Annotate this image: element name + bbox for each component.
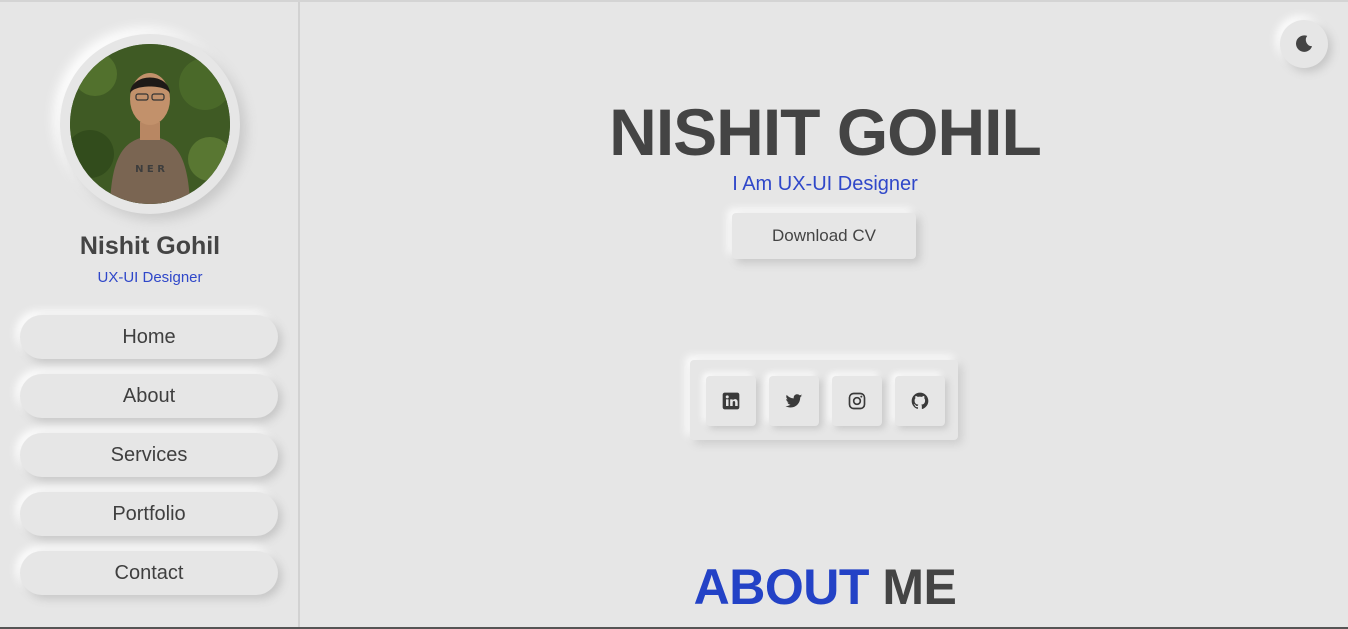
about-heading-rest: ME (882, 559, 957, 615)
nav-contact-button[interactable]: Contact (20, 551, 278, 595)
nav-portfolio-button[interactable]: Portfolio (20, 492, 278, 536)
hero-role: I Am UX-UI Designer (732, 173, 918, 195)
twitter-icon (785, 394, 803, 408)
linkedin-icon (722, 392, 740, 410)
github-link[interactable] (895, 376, 945, 426)
about-heading: ABOUT ME (302, 558, 1348, 616)
sidebar: N E R Nishit Gohil UX-UI Designer Home A… (0, 2, 300, 627)
about-heading-accent: ABOUT (693, 559, 870, 615)
main-nav: Home About Services Portfolio Contact (20, 315, 278, 610)
theme-toggle-button[interactable] (1280, 20, 1328, 68)
hero-name: NISHIT GOHIL (609, 95, 1042, 169)
twitter-link[interactable] (769, 376, 819, 426)
instagram-icon (848, 392, 866, 410)
nav-about-button[interactable]: About (20, 374, 278, 418)
instagram-link[interactable] (832, 376, 882, 426)
social-links (690, 360, 958, 440)
github-icon (911, 392, 929, 410)
avatar-frame: N E R (60, 34, 240, 214)
avatar-photo: N E R (70, 44, 230, 204)
main-content: NISHIT GOHIL I Am UX-UI Designer Downloa… (302, 2, 1348, 627)
nav-home-button[interactable]: Home (20, 315, 278, 359)
avatar: N E R (70, 44, 230, 204)
svg-text:N E R: N E R (135, 164, 165, 175)
download-cv-button[interactable]: Download CV (732, 213, 916, 259)
profile-role: UX-UI Designer (97, 269, 203, 286)
nav-services-button[interactable]: Services (20, 433, 278, 477)
profile-name: Nishit Gohil (79, 232, 221, 260)
linkedin-link[interactable] (706, 376, 756, 426)
moon-icon (1296, 35, 1313, 52)
